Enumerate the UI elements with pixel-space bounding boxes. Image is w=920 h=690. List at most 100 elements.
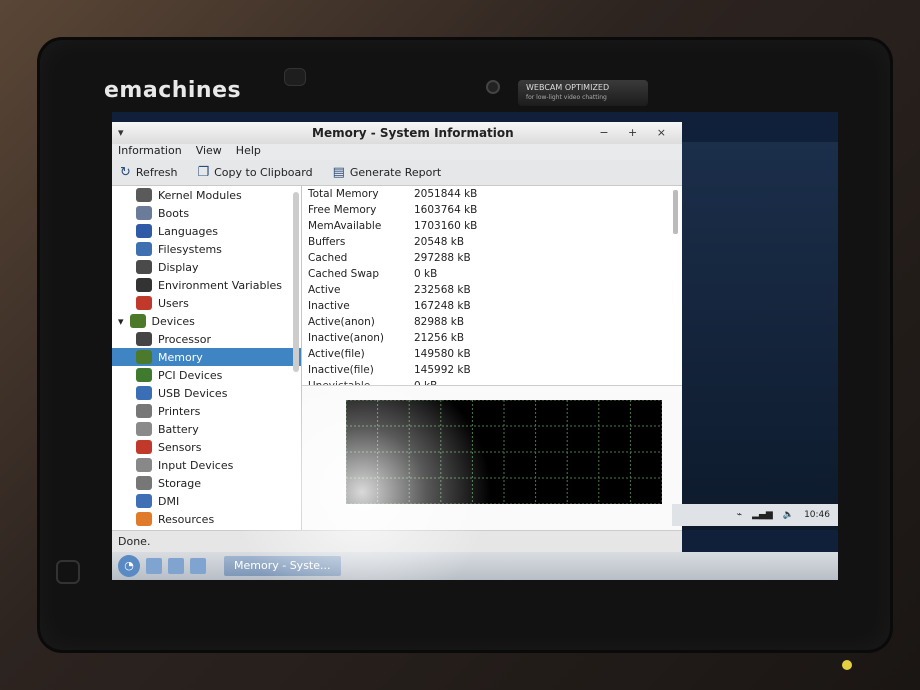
browser-icon[interactable] bbox=[168, 558, 184, 574]
graph-area bbox=[302, 386, 682, 530]
sidebar-item-label: Users bbox=[158, 296, 189, 310]
generate-report-button[interactable]: ▤ Generate Report bbox=[333, 165, 442, 180]
table-row[interactable]: Total Memory 2051844 kB bbox=[302, 186, 682, 202]
sidebar-item[interactable]: Kernel Modules bbox=[112, 186, 301, 204]
sidebar-item-label: USB Devices bbox=[158, 386, 228, 400]
taskbar-task-memory[interactable]: Memory - Syste... bbox=[224, 556, 341, 576]
thermometer-icon bbox=[136, 440, 152, 454]
webcam-badge: WEBCAM OPTIMIZED for low-light video cha… bbox=[518, 80, 648, 106]
memory-value: 297288 kB bbox=[414, 252, 471, 264]
start-button[interactable]: ◔ bbox=[118, 555, 140, 577]
memory-key: Active(anon) bbox=[308, 316, 375, 328]
sidebar-item[interactable]: PCI Devices bbox=[112, 366, 301, 384]
sidebar-item[interactable]: Processor bbox=[112, 330, 301, 348]
light-sensor bbox=[284, 68, 306, 86]
sidebar-item[interactable]: Boots bbox=[112, 204, 301, 222]
table-row[interactable]: Cached Swap 0 kB bbox=[302, 266, 682, 282]
status-bar: Done. bbox=[112, 530, 682, 552]
menu-information[interactable]: Information bbox=[118, 144, 182, 160]
expander-icon[interactable]: ▾ bbox=[118, 315, 124, 328]
sidebar-item[interactable]: Users bbox=[112, 294, 301, 312]
folder-icon bbox=[136, 242, 152, 256]
app-icon: ▾ bbox=[118, 126, 124, 139]
memory-key: Cached bbox=[308, 252, 348, 264]
sidebar-item[interactable]: Languages bbox=[112, 222, 301, 240]
refresh-icon: ↻ bbox=[120, 165, 131, 180]
network-icon[interactable]: ⌁ bbox=[737, 510, 742, 520]
table-row[interactable]: Cached 297288 kB bbox=[302, 250, 682, 266]
sidebar-item[interactable]: Resources bbox=[112, 510, 301, 528]
window-title: Memory - System Information bbox=[312, 126, 514, 140]
battery-icon bbox=[136, 422, 152, 436]
table-row[interactable]: Active 232568 kB bbox=[302, 282, 682, 298]
window-controls[interactable]: − + × bbox=[599, 126, 674, 139]
processor-icon bbox=[136, 332, 152, 346]
dmi-icon bbox=[136, 494, 152, 508]
quicklaunch-icon[interactable] bbox=[146, 558, 162, 574]
copy-to-clipboard-button[interactable]: ❐ Copy to Clipboard bbox=[197, 165, 312, 180]
table-row[interactable]: Active(anon) 82988 kB bbox=[302, 314, 682, 330]
table-row[interactable]: Active(file) 149580 kB bbox=[302, 346, 682, 362]
clock[interactable]: 10:46 bbox=[804, 510, 830, 520]
files-icon[interactable] bbox=[190, 558, 206, 574]
keyboard-icon bbox=[136, 458, 152, 472]
table-row[interactable]: Buffers 20548 kB bbox=[302, 234, 682, 250]
sidebar-item-label: DMI bbox=[158, 494, 180, 508]
sidebar-group-devices[interactable]: ▾ Devices bbox=[112, 312, 301, 330]
refresh-button[interactable]: ↻ Refresh bbox=[120, 165, 177, 180]
menu-help[interactable]: Help bbox=[236, 144, 261, 160]
table-row[interactable]: Inactive(file) 145992 kB bbox=[302, 362, 682, 378]
menu-view[interactable]: View bbox=[196, 144, 222, 160]
sidebar-item-label: Printers bbox=[158, 404, 201, 418]
memory-key: Inactive(anon) bbox=[308, 332, 385, 344]
memory-key: Cached Swap bbox=[308, 268, 380, 280]
memory-value: 82988 kB bbox=[414, 316, 465, 328]
display-icon bbox=[136, 260, 152, 274]
memory-table: Total Memory 2051844 kB Free Memory 1603764… bbox=[302, 186, 682, 386]
toolbar: ↻ Refresh ❐ Copy to Clipboard ▤ Generate… bbox=[112, 160, 682, 186]
boots-icon bbox=[136, 206, 152, 220]
brand-logo: emachines bbox=[104, 78, 242, 103]
memory-value: 167248 kB bbox=[414, 300, 471, 312]
table-row[interactable]: Free Memory 1603764 kB bbox=[302, 202, 682, 218]
memory-value: 0 kB bbox=[414, 268, 438, 280]
table-row[interactable]: Unevictable 0 kB bbox=[302, 378, 682, 385]
bezel-button bbox=[56, 560, 80, 584]
sidebar-item[interactable]: Input Devices bbox=[112, 456, 301, 474]
sidebar-tree: Kernel Modules Boots Languages Filesystems D… bbox=[112, 186, 302, 530]
usb-icon bbox=[136, 386, 152, 400]
sidebar-item-label: Kernel Modules bbox=[158, 188, 242, 202]
title-bar[interactable]: ▾ Memory - System Information − + × bbox=[112, 122, 682, 144]
volume-icon[interactable]: 🔈 bbox=[783, 510, 794, 520]
signal-icon[interactable]: ▂▄▆ bbox=[752, 510, 773, 520]
sidebar-item[interactable]: USB Devices bbox=[112, 384, 301, 402]
devices-icon bbox=[129, 314, 146, 328]
sidebar-item[interactable]: DMI bbox=[112, 492, 301, 510]
table-row[interactable]: MemAvailable 1703160 kB bbox=[302, 218, 682, 234]
sidebar-item-label: Memory bbox=[158, 350, 203, 364]
sidebar-item[interactable]: Display bbox=[112, 258, 301, 276]
sidebar-item[interactable]: Printers bbox=[112, 402, 301, 420]
memory-key: Buffers bbox=[308, 236, 346, 248]
sidebar-item[interactable]: Filesystems bbox=[112, 240, 301, 258]
memory-value: 2051844 kB bbox=[414, 188, 478, 200]
sidebar-item-label: Environment Variables bbox=[158, 278, 283, 292]
memory-value: 149580 kB bbox=[414, 348, 471, 360]
sidebar-item-label: Storage bbox=[158, 476, 202, 490]
sidebar-scrollbar[interactable] bbox=[293, 192, 299, 372]
sidebar-item[interactable]: Environment Variables bbox=[112, 276, 301, 294]
refresh-label: Refresh bbox=[135, 166, 178, 179]
sidebar-item[interactable]: Battery bbox=[112, 420, 301, 438]
sidebar-item-label: Resources bbox=[158, 512, 215, 526]
sidebar-item[interactable]: Storage bbox=[112, 474, 301, 492]
table-row[interactable]: Inactive(anon) 21256 kB bbox=[302, 330, 682, 346]
resources-icon bbox=[136, 512, 152, 526]
table-row[interactable]: Inactive 167248 kB bbox=[302, 298, 682, 314]
kernel-icon bbox=[136, 188, 152, 202]
webcam-badge-line2: for low-light video chatting bbox=[526, 94, 607, 101]
main-panel: Total Memory 2051844 kB Free Memory 1603764… bbox=[302, 186, 682, 530]
memory-key: Active bbox=[308, 284, 341, 296]
sidebar-item[interactable]: Sensors bbox=[112, 438, 301, 456]
sidebar-item[interactable]: Memory bbox=[112, 348, 301, 366]
table-scrollbar[interactable] bbox=[673, 190, 678, 234]
